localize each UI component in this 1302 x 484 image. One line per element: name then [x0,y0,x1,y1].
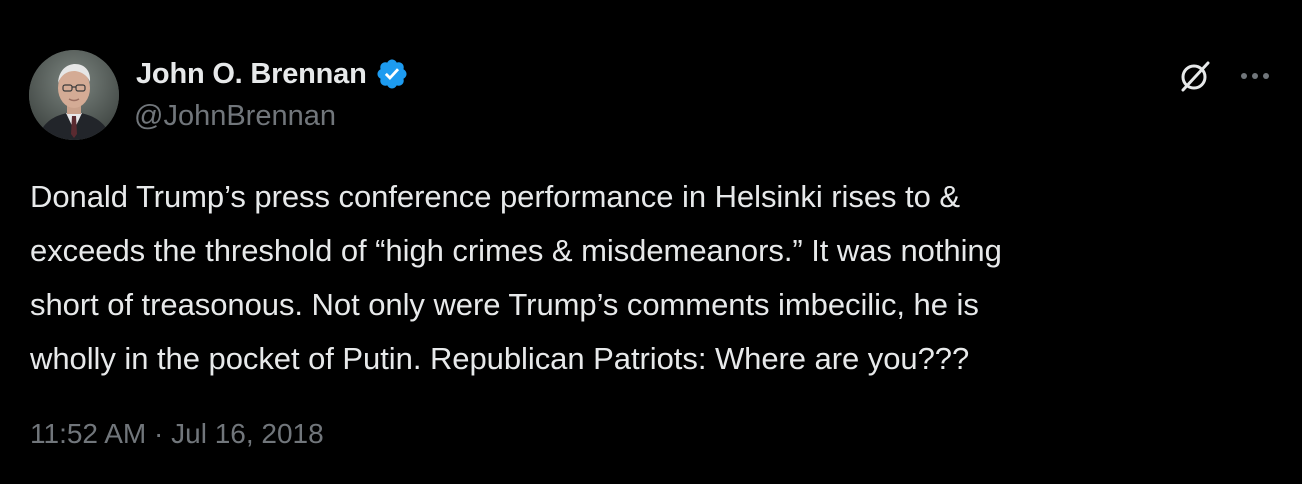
author-handle[interactable]: @JohnBrennan [134,100,336,133]
timestamp-row: 11:52 AM · Jul 16, 2018 [30,418,324,450]
profile-photo-icon [29,50,119,140]
tweet-text: Donald Trump’s press conference performa… [30,179,1002,376]
timestamp-separator: · [146,418,172,449]
tweet-card: John O. Brennan @JohnBrennan Donald Trum… [0,0,1302,484]
grok-slash-icon [1181,61,1210,92]
author-display-name[interactable]: John O. Brennan [136,58,367,91]
tweet-date-link[interactable]: Jul 16, 2018 [171,418,324,450]
grok-button[interactable] [1175,56,1215,96]
avatar[interactable] [29,50,119,140]
more-options-button[interactable] [1235,56,1275,96]
more-horizontal-icon [1241,73,1269,79]
tweet-time-link[interactable]: 11:52 AM [30,418,146,450]
author-name-row: John O. Brennan [136,56,409,92]
verified-badge-icon[interactable] [375,57,409,91]
